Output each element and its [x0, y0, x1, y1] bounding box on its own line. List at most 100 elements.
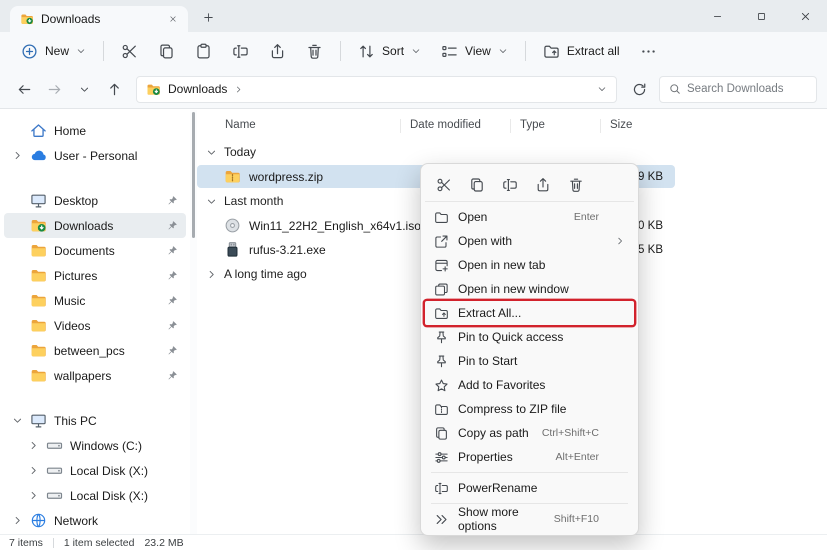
rename-button[interactable]	[223, 36, 258, 66]
monitor-icon	[30, 412, 47, 429]
menu-item-add-to-favorites[interactable]: Add to Favorites	[425, 373, 634, 397]
folder-icon	[30, 242, 47, 259]
tab-downloads[interactable]: Downloads	[10, 6, 188, 32]
open-with-icon	[434, 234, 449, 249]
sidebar-item-windows-c[interactable]: Windows (C:)	[20, 433, 186, 458]
scrollbar-thumb[interactable]	[192, 112, 195, 238]
chevron-down-icon[interactable]	[597, 84, 607, 94]
minimize-button[interactable]	[695, 0, 739, 32]
menu-item-compress-to-zip[interactable]: Compress to ZIP file	[425, 397, 634, 421]
ellipsis-icon	[640, 43, 657, 60]
sidebar-section-gap	[0, 388, 190, 408]
home-icon	[30, 122, 47, 139]
copy-button[interactable]	[464, 172, 490, 198]
menu-item-label: Properties	[458, 450, 513, 464]
copy-button[interactable]	[149, 36, 184, 66]
extract-all-button[interactable]: Extract all	[534, 36, 629, 66]
sidebar-item-music[interactable]: Music	[4, 288, 186, 313]
chevron-right-icon[interactable]	[28, 490, 39, 501]
sidebar-item-desktop[interactable]: Desktop	[4, 188, 186, 213]
refresh-button[interactable]	[625, 75, 653, 103]
pin-icon	[167, 195, 178, 206]
rename-button[interactable]	[497, 172, 523, 198]
new-button[interactable]: New	[12, 36, 95, 66]
view-button[interactable]: View	[432, 36, 517, 66]
toolbar-separator	[103, 41, 104, 61]
tab-close-button[interactable]	[164, 10, 182, 28]
close-button[interactable]	[783, 0, 827, 32]
globe-icon	[30, 512, 47, 529]
menu-item-pin-to-start[interactable]: Pin to Start	[425, 349, 634, 373]
sidebar: Home User - Personal Desktop Downloads	[0, 110, 190, 534]
sidebar-item-home[interactable]: Home	[4, 118, 186, 143]
chevron-right-icon[interactable]	[12, 150, 23, 161]
paste-button[interactable]	[186, 36, 221, 66]
column-header-type[interactable]: Type	[520, 119, 545, 131]
sidebar-item-pictures[interactable]: Pictures	[4, 263, 186, 288]
sidebar-item-label: Home	[54, 124, 86, 138]
chevron-right-icon[interactable]	[28, 440, 39, 451]
cut-button[interactable]	[112, 36, 147, 66]
maximize-icon	[756, 11, 767, 22]
group-label: Today	[224, 145, 256, 159]
recent-locations-button[interactable]	[70, 75, 98, 103]
group-header-today[interactable]: Today	[197, 140, 675, 164]
menu-shortcut: Ctrl+Shift+C	[542, 427, 599, 439]
file-name: rufus-3.21.exe	[249, 243, 326, 257]
back-button[interactable]	[10, 75, 38, 103]
sidebar-item-documents[interactable]: Documents	[4, 238, 186, 263]
menu-item-extract-all[interactable]: Extract All...	[425, 301, 634, 325]
chevron-down-icon[interactable]	[12, 415, 23, 426]
forward-button[interactable]	[40, 75, 68, 103]
menu-item-show-more-options[interactable]: Show more options Shift+F10	[425, 507, 634, 531]
more-options-button[interactable]	[631, 36, 666, 66]
menu-item-open-with[interactable]: Open with	[425, 229, 634, 253]
sort-button[interactable]: Sort	[349, 36, 430, 66]
sidebar-item-local-disk-x-1[interactable]: Local Disk (X:)	[20, 458, 186, 483]
menu-item-open[interactable]: Open Enter	[425, 205, 634, 229]
sidebar-item-between-pcs[interactable]: between_pcs	[4, 338, 186, 363]
new-window-icon	[434, 282, 449, 297]
new-tab-button[interactable]	[196, 5, 220, 29]
sidebar-item-videos[interactable]: Videos	[4, 313, 186, 338]
cut-button[interactable]	[431, 172, 457, 198]
delete-button[interactable]	[297, 36, 332, 66]
menu-item-open-in-new-window[interactable]: Open in new window	[425, 277, 634, 301]
maximize-button[interactable]	[739, 0, 783, 32]
up-button[interactable]	[100, 75, 128, 103]
sidebar-scrollbar[interactable]	[190, 110, 197, 534]
chevron-right-icon[interactable]	[28, 465, 39, 476]
column-header-size[interactable]: Size	[610, 119, 632, 131]
column-header-name[interactable]: Name	[225, 119, 256, 131]
compress-zip-icon	[434, 402, 449, 417]
menu-item-properties[interactable]: Properties Alt+Enter	[425, 445, 634, 469]
menu-separator	[431, 503, 628, 504]
search-input[interactable]	[687, 83, 807, 95]
share-button[interactable]	[530, 172, 556, 198]
sidebar-item-downloads[interactable]: Downloads	[4, 213, 186, 238]
sidebar-item-network[interactable]: Network	[4, 508, 186, 533]
copy-path-icon	[434, 426, 449, 441]
copy-icon	[469, 177, 485, 193]
share-button[interactable]	[260, 36, 295, 66]
sidebar-item-this-pc[interactable]: This PC	[4, 408, 186, 433]
sidebar-item-wallpapers[interactable]: wallpapers	[4, 363, 186, 388]
breadcrumb[interactable]: Downloads	[168, 82, 227, 96]
sidebar-item-user-personal[interactable]: User - Personal	[4, 143, 186, 168]
address-bar: Downloads	[0, 70, 827, 109]
forward-arrow-icon	[47, 82, 62, 97]
menu-item-label: Pin to Start	[458, 354, 517, 368]
menu-item-pin-to-quick-access[interactable]: Pin to Quick access	[425, 325, 634, 349]
column-header-date-modified[interactable]: Date modified	[410, 119, 481, 131]
sidebar-item-local-disk-x-2[interactable]: Local Disk (X:)	[20, 483, 186, 508]
chevron-right-icon[interactable]	[12, 515, 23, 526]
chevron-down-icon	[79, 84, 90, 95]
group-label: A long time ago	[224, 267, 307, 281]
title-bar: Downloads	[0, 0, 827, 32]
address-box[interactable]: Downloads	[136, 76, 617, 103]
menu-item-copy-as-path[interactable]: Copy as path Ctrl+Shift+C	[425, 421, 634, 445]
menu-item-open-in-new-tab[interactable]: Open in new tab	[425, 253, 634, 277]
delete-button[interactable]	[563, 172, 589, 198]
pin-icon	[167, 345, 178, 356]
menu-item-powerrename[interactable]: PowerRename	[425, 476, 634, 500]
